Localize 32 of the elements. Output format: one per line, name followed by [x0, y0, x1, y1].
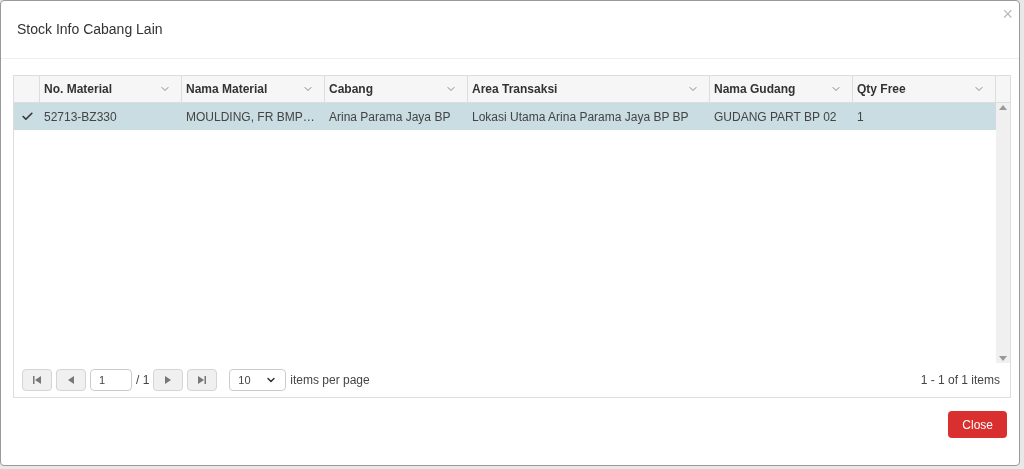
- column-header[interactable]: Nama Material: [182, 76, 325, 102]
- scroll-down-icon: [999, 356, 1007, 361]
- column-header[interactable]: Area Transaksi: [468, 76, 710, 102]
- table-row[interactable]: 52713-BZ330 MOULDING, FR BMP… Arina Parama Jaya BP Lokasi Utama Arina Parama Jaya BP BP GUDANG PART BP 02 1: [14, 103, 996, 130]
- next-page-icon: [164, 375, 173, 385]
- close-button[interactable]: Close: [948, 411, 1007, 438]
- page-input[interactable]: 1: [90, 369, 132, 391]
- table-cell-text: 52713-BZ330: [43, 108, 118, 126]
- previous-page-icon: [67, 375, 75, 385]
- column-header[interactable]: No. Material: [40, 76, 182, 102]
- last-page-icon: [197, 375, 208, 385]
- table-cell-text: Lokasi Utama Arina Parama Jaya BP BP: [471, 108, 690, 126]
- page-count: / 1: [136, 372, 150, 389]
- table-cell-text: MOULDING, FR BMP…: [185, 108, 316, 126]
- scroll-up-icon: [999, 105, 1007, 110]
- table-cell-text: 1: [856, 108, 865, 126]
- first-page-icon: [32, 375, 42, 385]
- scrollbar[interactable]: [996, 103, 1010, 363]
- next-page-button[interactable]: [153, 369, 184, 391]
- dialog-title: Stock Info Cabang Lain: [17, 20, 163, 39]
- page-size-label: items per page: [290, 372, 370, 389]
- pager-summary: 1 - 1 of 1 items: [920, 372, 1000, 389]
- table-cell-text: Arina Parama Jaya BP: [328, 108, 452, 126]
- column-header[interactable]: Qty Free: [853, 76, 996, 102]
- check-icon: [20, 110, 34, 123]
- last-page-button[interactable]: [187, 369, 218, 391]
- table-cell-text: GUDANG PART BP 02: [713, 108, 838, 126]
- page-size-dropdown[interactable]: 10: [229, 369, 287, 391]
- previous-page-button[interactable]: [56, 369, 86, 391]
- first-page-button[interactable]: [22, 369, 52, 391]
- column-header[interactable]: Nama Gudang: [710, 76, 853, 102]
- column-header[interactable]: Cabang: [325, 76, 468, 102]
